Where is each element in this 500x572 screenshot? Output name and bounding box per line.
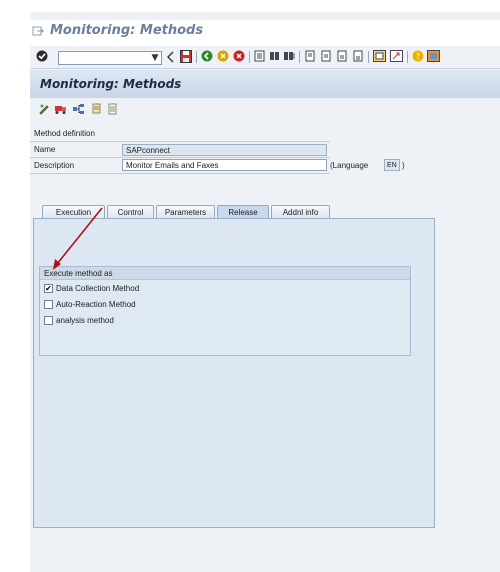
sap-window: Monitoring: Methods ▼ ? Monitoring: Meth… (30, 12, 500, 572)
annotation-arrow (53, 207, 103, 270)
